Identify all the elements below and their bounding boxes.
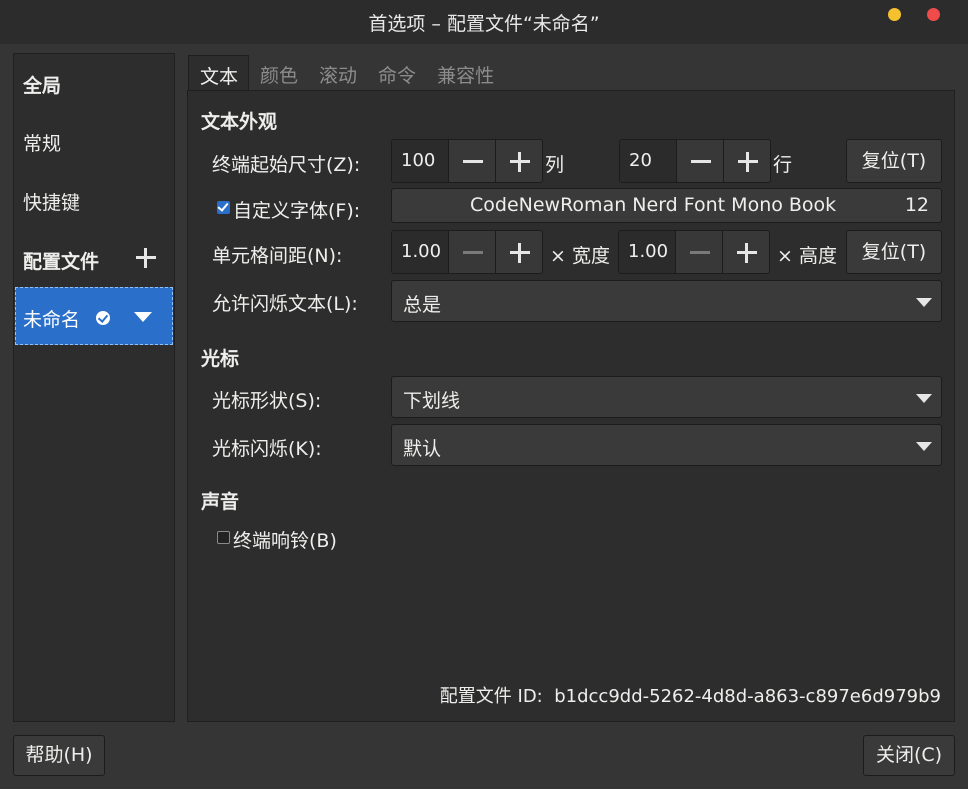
reset-size-button[interactable]: 复位(T) [846, 139, 942, 183]
blink-text-value: 总是 [403, 294, 442, 316]
cell-width-unit: × 宽度 [550, 245, 610, 267]
sidebar-item-shortcuts[interactable]: 快捷键 [23, 188, 80, 215]
cursor-shape-value: 下划线 [403, 390, 461, 412]
cell-height-unit: × 高度 [777, 245, 837, 267]
close-button[interactable]: 关闭(C) [863, 735, 955, 776]
cursor-blink-dropdown[interactable]: 默认 [391, 424, 942, 466]
reset-spacing-button[interactable]: 复位(T) [846, 230, 942, 274]
help-button[interactable]: 帮助(H) [13, 735, 105, 776]
terminal-bell-checkbox[interactable] [217, 531, 230, 544]
cell-width-spinbox[interactable]: 1.00 [391, 230, 543, 274]
cell-height-spinbox[interactable]: 1.00 [618, 230, 770, 274]
profile-id-label: 配置文件 ID: [439, 686, 543, 707]
cell-width-increase-icon[interactable] [495, 231, 542, 273]
font-chooser-button[interactable]: CodeNewRoman Nerd Font Mono Book 12 [391, 188, 942, 223]
tab-command[interactable]: 命令 [367, 55, 426, 91]
terminal-bell-label[interactable]: 终端响铃(B) [233, 526, 337, 553]
default-profile-check-icon [96, 311, 110, 325]
sidebar-item-profile[interactable]: 未命名 [15, 287, 173, 345]
close-window-button[interactable] [927, 8, 940, 21]
rows-decrease-icon[interactable] [676, 140, 723, 182]
sidebar-item-general[interactable]: 常规 [23, 129, 61, 156]
tab-scrolling[interactable]: 滚动 [308, 55, 367, 91]
title-bar[interactable]: 首选项 – 配置文件“未命名” [0, 0, 968, 44]
profile-id: 配置文件 ID: b1dcc9dd-5262-4d8d-a863-c897e6d… [440, 682, 941, 708]
cursor-blink-value: 默认 [403, 438, 442, 460]
chevron-down-icon [916, 442, 932, 451]
sidebar-heading-global: 全局 [23, 75, 62, 97]
custom-font-label[interactable]: 自定义字体(F): [233, 196, 360, 223]
profile-menu-dropdown-icon[interactable] [134, 312, 152, 322]
cell-height-increase-icon[interactable] [722, 231, 769, 273]
cursor-shape-label: 光标形状(S): [212, 390, 322, 412]
rows-value[interactable]: 20 [620, 140, 676, 182]
cursor-shape-dropdown[interactable]: 下划线 [391, 376, 942, 418]
tab-text[interactable]: 文本 [188, 55, 250, 91]
window-title: 首选项 – 配置文件“未命名” [368, 12, 600, 35]
custom-font-checkbox[interactable] [217, 201, 230, 214]
cell-width-decrease-icon[interactable] [448, 231, 495, 273]
sidebar: 全局 常规 快捷键 配置文件 未命名 [13, 53, 175, 722]
columns-spinbox[interactable]: 100 [391, 139, 543, 183]
blink-text-label: 允许闪烁文本(L): [212, 293, 358, 315]
rows-increase-icon[interactable] [723, 140, 770, 182]
profile-name: 未命名 [23, 309, 81, 331]
profile-id-value: b1dcc9dd-5262-4d8d-a863-c897e6d979b9 [554, 686, 941, 707]
cell-height-value[interactable]: 1.00 [619, 231, 675, 273]
chevron-down-icon [916, 298, 932, 307]
cell-height-decrease-icon[interactable] [675, 231, 722, 273]
tab-bar: 文本 颜色 滚动 命令 兼容性 [188, 55, 504, 91]
cursor-blink-label: 光标闪烁(K): [212, 438, 322, 460]
blink-text-dropdown[interactable]: 总是 [391, 280, 942, 322]
columns-increase-icon[interactable] [495, 140, 542, 182]
text-settings-panel: 文本外观 终端起始尺寸(Z): 100 列 20 行 复位(T) 自定义字体(F… [187, 90, 955, 722]
columns-unit: 列 [545, 154, 565, 176]
columns-value[interactable]: 100 [392, 140, 448, 182]
minimize-button[interactable] [888, 8, 901, 21]
sidebar-heading-profiles: 配置文件 [23, 251, 100, 273]
rows-unit: 行 [773, 154, 793, 176]
section-heading-sound: 声音 [201, 491, 240, 513]
rows-spinbox[interactable]: 20 [619, 139, 771, 183]
section-heading-appearance: 文本外观 [201, 111, 278, 133]
tab-compatibility[interactable]: 兼容性 [426, 55, 504, 91]
columns-decrease-icon[interactable] [448, 140, 495, 182]
tab-colors[interactable]: 颜色 [249, 55, 308, 91]
section-heading-cursor: 光标 [201, 348, 240, 370]
chevron-down-icon [916, 394, 932, 403]
cell-width-value[interactable]: 1.00 [392, 231, 448, 273]
add-profile-icon[interactable] [134, 246, 158, 270]
cell-spacing-label: 单元格间距(N): [212, 245, 343, 267]
font-name: CodeNewRoman Nerd Font Mono Book [470, 194, 837, 216]
font-size: 12 [904, 194, 929, 216]
initial-size-label: 终端起始尺寸(Z): [212, 154, 361, 176]
